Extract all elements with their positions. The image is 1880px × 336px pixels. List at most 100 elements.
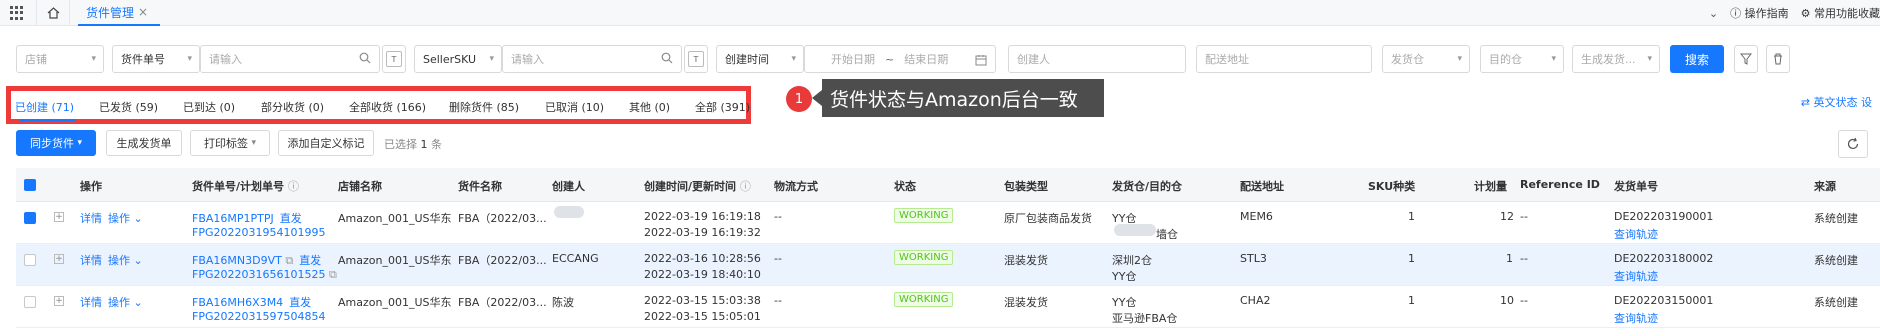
date-range-picker[interactable]: 开始日期 ~ 结束日期 <box>804 45 996 73</box>
add-custom-mark-button[interactable]: 添加自定义标记 <box>278 130 374 156</box>
chevron-down-icon: ▾ <box>187 54 192 64</box>
tab-partially-received[interactable]: 部分收货 (0) <box>261 99 324 115</box>
tab-arrived[interactable]: 已到达 (0) <box>183 99 235 115</box>
clear-filter-button[interactable] <box>1734 45 1758 73</box>
chevron-down-icon: ⌄ <box>133 212 143 225</box>
plan-id-link[interactable]: FPG2022031656101525 ⧉ <box>192 268 337 282</box>
creator-input[interactable]: 创建人 <box>1008 45 1186 73</box>
tab-all[interactable]: 全部 (391) <box>695 99 750 115</box>
home-tab[interactable] <box>36 0 70 26</box>
chevron-down-icon[interactable]: ⌄ <box>1709 7 1718 20</box>
table-row[interactable]: + 详情 操作 ⌄ FBA16MH6X3M4 直发 FPG202203159750… <box>16 286 1880 328</box>
ship-method-select[interactable]: 生成发货... ▾ <box>1572 45 1660 73</box>
track-link[interactable]: 查询轨迹 <box>1614 226 1658 242</box>
from-warehouse-label: 发货仓 <box>1391 53 1424 66</box>
tab-other[interactable]: 其他 (0) <box>629 99 670 115</box>
to-warehouse-select[interactable]: 目的仓 ▾ <box>1480 45 1564 73</box>
selected-count: 1 <box>420 138 428 151</box>
track-link[interactable]: 查询轨迹 <box>1614 268 1658 284</box>
shop-name: Amazon_001_US华东 <box>338 212 452 225</box>
operate-dropdown[interactable]: 操作 ⌄ <box>108 252 143 268</box>
logistics: -- <box>774 294 782 307</box>
tab-label: 货件管理 <box>86 5 135 20</box>
detail-link[interactable]: 详情 <box>80 252 102 268</box>
print-label-button[interactable]: 打印标签 ▾ <box>190 130 270 156</box>
tab-shipment-management[interactable]: 货件管理 × <box>78 0 160 26</box>
updated-time: 2022-03-15 15:05:01 <box>644 310 761 323</box>
chevron-down-icon: ▾ <box>1551 54 1556 64</box>
shipment-no-select[interactable]: 货件单号 ▾ <box>112 45 200 73</box>
address-input[interactable]: 配送地址 <box>1196 45 1372 73</box>
source: 系统创建 <box>1814 296 1858 309</box>
col-warehouse: 发货仓/目的仓 <box>1112 180 1183 193</box>
sku-type-select[interactable]: SellerSKU ▾ <box>414 45 502 73</box>
shop-name: Amazon_001_US华东 <box>338 254 452 267</box>
plan-qty: 1 <box>1506 252 1513 265</box>
row-checkbox[interactable] <box>24 254 36 266</box>
search-button[interactable]: 搜索 <box>1670 45 1724 73</box>
search-icon[interactable] <box>661 52 673 64</box>
from-warehouse-select[interactable]: 发货仓 ▾ <box>1382 45 1470 73</box>
expand-icon[interactable]: + <box>54 254 64 264</box>
from-warehouse: 深圳2仓 <box>1112 254 1152 267</box>
close-icon[interactable]: × <box>138 5 148 19</box>
sync-shipment-button[interactable]: 同步货件 ▾ <box>16 130 96 156</box>
date-separator: ~ <box>885 52 895 66</box>
guide-link[interactable]: ⓘ 操作指南 <box>1730 5 1789 21</box>
expand-icon[interactable]: + <box>54 212 64 222</box>
operate-dropdown[interactable]: 操作 ⌄ <box>108 210 143 226</box>
to-warehouse: 亚马逊FBA仓 <box>1112 312 1178 325</box>
plan-id-link[interactable]: FPG2022031954101995 <box>192 226 325 239</box>
delivery-address: MEM6 <box>1240 210 1273 223</box>
tab-created[interactable]: 已创建 (71) <box>15 99 74 115</box>
copy-icon[interactable]: ⧉ <box>329 268 337 281</box>
shipment-id-link[interactable]: FBA16MP1PTPJ 直发 <box>192 210 302 226</box>
refresh-button[interactable] <box>1838 130 1868 158</box>
generate-ship-order-button[interactable]: 生成发货单 <box>106 130 182 156</box>
selected-suffix: 条 <box>431 138 442 151</box>
creator: 陈波 <box>552 296 574 309</box>
expand-icon[interactable]: + <box>54 296 64 306</box>
tab-fully-received[interactable]: 全部收货 (166) <box>349 99 426 115</box>
status-tabs: 已创建 (71) 已发货 (59) 已到达 (0) 部分收货 (0) 全部收货 … <box>6 86 751 124</box>
redacted-warehouse <box>1114 224 1156 236</box>
row-checkbox[interactable] <box>24 296 36 308</box>
tab-cancelled[interactable]: 已取消 (10) <box>545 99 604 115</box>
shipment-id: FBA16MH6X3M4 <box>192 296 284 309</box>
operate-label: 操作 <box>108 212 130 225</box>
trash-icon <box>1774 53 1782 65</box>
sku-input[interactable]: 请输入 <box>502 45 682 73</box>
shipment-id-link[interactable]: FBA16MH6X3M4 直发 <box>192 294 311 310</box>
operate-dropdown[interactable]: 操作 ⌄ <box>108 294 143 310</box>
plan-id-link[interactable]: FPG2022031597504854 <box>192 310 325 323</box>
shipment-no-input[interactable]: 请输入 <box>200 45 380 73</box>
search-button-label: 搜索 <box>1684 52 1709 67</box>
shipment-id-link[interactable]: FBA16MN3D9VT ⧉ 直发 <box>192 252 321 268</box>
tab-shipped[interactable]: 已发货 (59) <box>99 99 158 115</box>
created-time: 2022-03-15 15:03:38 <box>644 294 761 307</box>
english-status-toggle[interactable]: ⇄ 英文状态 设 <box>1801 94 1872 110</box>
status-badge: WORKING <box>894 292 954 307</box>
favorites-link[interactable]: ⚙ 常用功能收藏 <box>1801 5 1880 21</box>
shop-select[interactable]: 店铺 ▾ <box>16 45 104 73</box>
guide-label: 操作指南 <box>1744 7 1789 20</box>
search-icon[interactable] <box>359 52 371 64</box>
date-type-select[interactable]: 创建时间 ▾ <box>716 45 804 73</box>
chevron-down-icon: ▾ <box>1647 54 1652 64</box>
batch-input-button[interactable]: T <box>684 45 708 73</box>
select-all-checkbox[interactable] <box>24 179 36 191</box>
detail-link[interactable]: 详情 <box>80 210 102 226</box>
tab-deleted[interactable]: 删除货件 (85) <box>449 99 519 115</box>
table-row[interactable]: + 详情 操作 ⌄ FBA16MP1PTPJ 直发 FPG202203195410… <box>16 202 1880 244</box>
table-row[interactable]: + 详情 操作 ⌄ FBA16MN3D9VT ⧉ 直发 FPG2022031656… <box>16 244 1880 286</box>
detail-link[interactable]: 详情 <box>80 294 102 310</box>
batch-input-button[interactable]: T <box>382 45 406 73</box>
operate-label: 操作 <box>108 296 130 309</box>
copy-icon[interactable]: ⧉ <box>285 254 293 267</box>
delete-button[interactable] <box>1766 45 1790 73</box>
row-checkbox[interactable] <box>24 212 36 224</box>
shipment-id: FBA16MN3D9VT <box>192 254 282 267</box>
package-type: 原厂包装商品发货 <box>1004 212 1092 225</box>
track-link[interactable]: 查询轨迹 <box>1614 310 1658 326</box>
app-grid-icon[interactable] <box>10 6 24 20</box>
